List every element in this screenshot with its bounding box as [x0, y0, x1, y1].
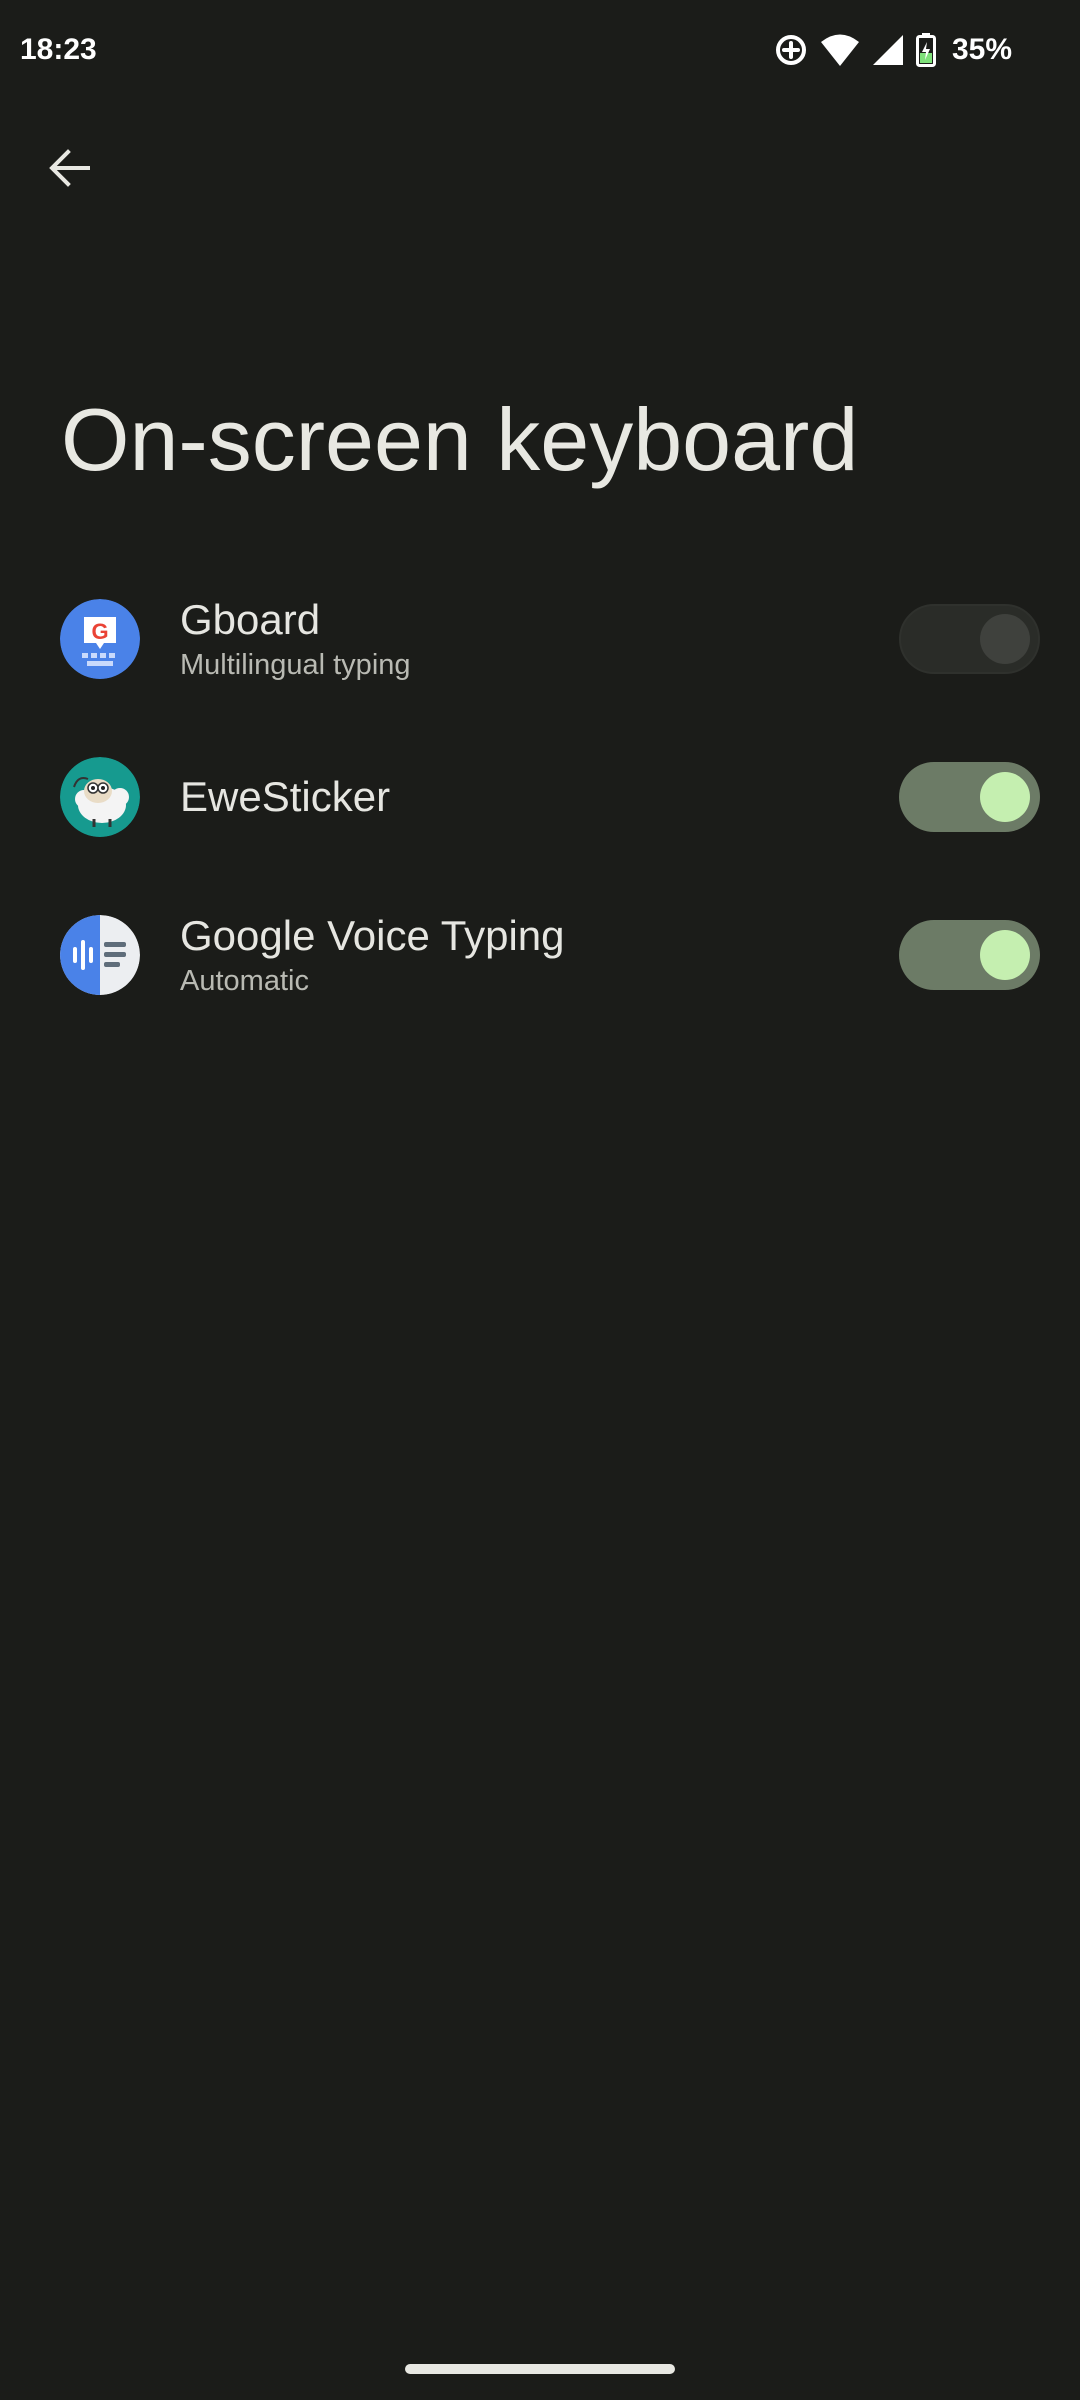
- keyboard-title: EweSticker: [180, 773, 391, 820]
- ewesticker-toggle[interactable]: [899, 762, 1040, 832]
- ewesticker-icon: [60, 757, 140, 837]
- keyboard-item-ewesticker[interactable]: EweSticker: [0, 718, 1080, 876]
- status-icons: 35%: [774, 30, 1012, 70]
- page-title: On-screen keyboard: [61, 390, 859, 489]
- keyboard-item-gboard[interactable]: G Gboard Multilingual typing: [0, 560, 1080, 718]
- keyboard-title: Google Voice Typing: [180, 912, 565, 959]
- keyboard-subtitle: Automatic: [180, 965, 309, 997]
- keyboard-item-google-voice-typing[interactable]: Google Voice Typing Automatic: [0, 876, 1080, 1034]
- keyboard-item-text: Google Voice Typing Automatic: [180, 876, 565, 1034]
- wifi-icon: [820, 33, 860, 67]
- status-time: 18:23: [20, 33, 97, 66]
- google-voice-typing-toggle[interactable]: [899, 920, 1040, 990]
- status-bar: 18:23 35%: [0, 0, 1080, 100]
- keyboard-item-text: EweSticker: [180, 718, 390, 876]
- google-voice-typing-icon: [60, 915, 140, 995]
- toggle-thumb: [980, 930, 1030, 980]
- back-button[interactable]: [30, 130, 110, 210]
- keyboard-title: Gboard: [180, 596, 321, 643]
- data-saver-icon: [774, 33, 808, 67]
- cell-signal-icon: [872, 33, 904, 67]
- keyboard-subtitle: Multilingual typing: [180, 649, 411, 681]
- toggle-thumb: [980, 772, 1030, 822]
- battery-percent: 35%: [951, 33, 1012, 66]
- navigation-gesture-handle[interactable]: [405, 2364, 675, 2374]
- battery-charging-icon: [915, 33, 936, 67]
- toggle-thumb: [980, 614, 1030, 664]
- keyboard-item-text: Gboard Multilingual typing: [180, 560, 411, 718]
- gboard-icon: G: [60, 599, 140, 679]
- gboard-toggle[interactable]: [899, 604, 1040, 674]
- svg-text:G: G: [91, 619, 108, 644]
- arrow-back-icon: [48, 146, 92, 195]
- keyboard-list: G Gboard Multilingual typing EweSticker …: [0, 560, 1080, 1034]
